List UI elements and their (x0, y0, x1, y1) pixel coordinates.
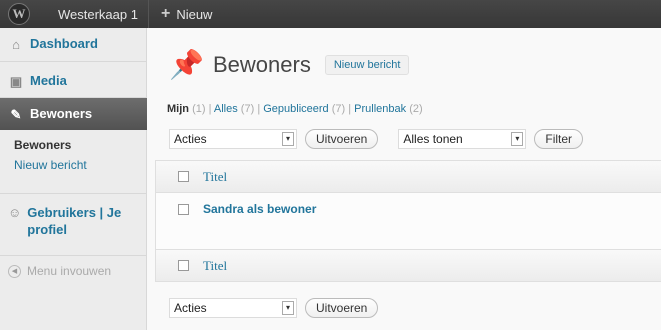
dropdown-arrow-icon: ▾ (282, 301, 294, 315)
filter-mine[interactable]: Mijn (167, 103, 189, 115)
admin-bar: W Westerkaap 1 + Nieuw (0, 0, 661, 28)
column-title-header[interactable]: Titel (203, 169, 227, 185)
admin-sidebar: ⌂ Dashboard ▣ Media ✎ Bewoners Bewoners … (0, 28, 155, 330)
sidebar-item-bewoners[interactable]: ✎ Bewoners (0, 98, 155, 130)
post-title-link[interactable]: Sandra als bewoner (203, 202, 316, 216)
users-icon: ☺ (8, 205, 22, 220)
sidebar-item-users[interactable]: ☺ Gebruikers | Je profiel (0, 194, 146, 256)
new-content-button[interactable]: + Nieuw (161, 5, 212, 23)
new-content-label: Nieuw (176, 6, 213, 22)
admin-bar-divider (147, 0, 149, 28)
filter-mine-count: (1) (192, 103, 206, 115)
sidebar-item-label: Media (30, 73, 67, 88)
select-all-checkbox-footer[interactable] (178, 260, 189, 271)
bulk-actions-select-bottom[interactable]: Acties ▾ (169, 298, 297, 318)
add-new-button[interactable]: Nieuw bericht (324, 55, 410, 75)
sidebar-item-label: Gebruikers | Je profiel (27, 205, 122, 237)
site-name-link[interactable]: Westerkaap 1 (58, 7, 138, 22)
bulk-actions-select[interactable]: Acties ▾ (169, 129, 297, 149)
filter-published[interactable]: Gepubliceerd (263, 103, 328, 115)
filter-trash[interactable]: Prullenbak (354, 103, 406, 115)
apply-button-bottom[interactable]: Uitvoeren (305, 298, 379, 318)
select-all-checkbox[interactable] (178, 171, 189, 182)
dropdown-arrow-icon: ▾ (511, 132, 524, 146)
bulk-actions-value: Acties (174, 301, 207, 315)
filter-button[interactable]: Filter (534, 129, 584, 149)
status-filter-links: Mijn (1) | Alles (7) | Gepubliceerd (7) … (167, 103, 423, 115)
pushpin-icon: 📌 (169, 49, 204, 80)
dropdown-arrow-icon: ▾ (282, 132, 294, 146)
sidebar-submenu: Bewoners Nieuw bericht (0, 130, 146, 194)
page-header: 📌 Bewoners Nieuw bericht (169, 48, 410, 82)
media-icon: ▣ (9, 74, 23, 89)
sidebar-item-media[interactable]: ▣ Media (0, 62, 146, 98)
filter-all[interactable]: Alles (214, 103, 238, 115)
date-filter-select[interactable]: Alles tonen ▾ (398, 129, 527, 149)
collapse-menu-button[interactable]: ◀ Menu invouwen (0, 256, 146, 286)
posts-table: Titel Sandra als bewoner Titel (155, 160, 661, 282)
filter-all-count: (7) (240, 103, 255, 115)
sidebar-item-label: Dashboard (30, 36, 98, 51)
table-footer: Titel (156, 249, 661, 281)
tablenav-bottom: Acties ▾ Uitvoeren (169, 298, 379, 318)
row-checkbox[interactable] (178, 204, 189, 215)
submenu-item-new-post[interactable]: Nieuw bericht (14, 158, 146, 172)
home-icon: ⌂ (12, 37, 20, 52)
bulk-actions-value: Acties (174, 132, 207, 146)
table-row: Sandra als bewoner (156, 193, 661, 249)
pin-icon: ✎ (10, 107, 22, 122)
page-title: Bewoners (213, 52, 311, 77)
apply-button[interactable]: Uitvoeren (305, 129, 379, 149)
filter-trash-count: (2) (409, 103, 423, 115)
collapse-arrow-icon: ◀ (8, 264, 21, 278)
sidebar-item-label: Bewoners (30, 106, 93, 121)
main-content: 📌 Bewoners Nieuw bericht Mijn (1) | Alle… (147, 28, 661, 330)
sidebar-item-dashboard[interactable]: ⌂ Dashboard (0, 28, 146, 62)
submenu-item-bewoners[interactable]: Bewoners (14, 138, 146, 152)
filter-published-count: (7) (331, 103, 346, 115)
collapse-menu-label: Menu invouwen (27, 264, 112, 278)
table-header: Titel (156, 161, 661, 193)
tablenav-top: Acties ▾ Uitvoeren Alles tonen ▾ Filter (169, 129, 584, 149)
plus-icon: + (160, 5, 171, 22)
column-title-footer[interactable]: Titel (203, 258, 227, 274)
date-filter-value: Alles tonen (403, 132, 463, 146)
wordpress-logo-icon[interactable]: W (8, 3, 30, 25)
